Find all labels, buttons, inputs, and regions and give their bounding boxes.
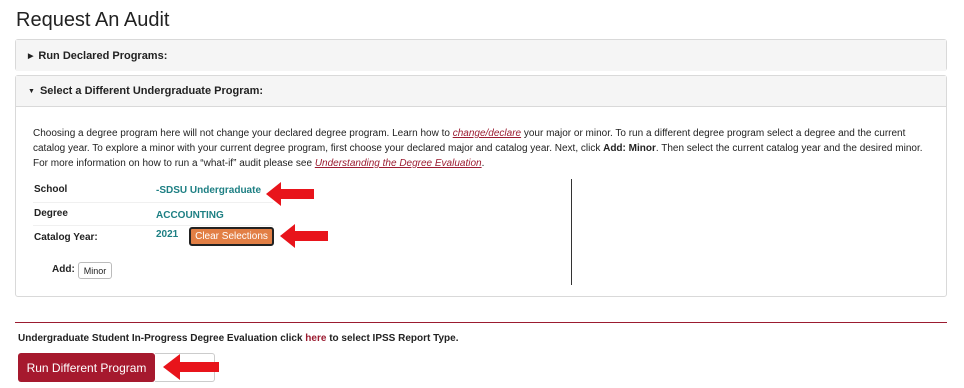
arrow-left-icon bbox=[266, 182, 314, 206]
arrow-left-icon bbox=[163, 354, 219, 380]
add-label: Add: bbox=[52, 264, 75, 275]
add-minor-emphasis: Add: Minor bbox=[603, 143, 656, 154]
ipss-note: Undergraduate Student In-Progress Degree… bbox=[18, 333, 459, 344]
caret-right-icon: ▶ bbox=[28, 52, 34, 60]
field-divider bbox=[33, 202, 273, 203]
ipss-here-link[interactable]: here bbox=[305, 333, 326, 344]
run-declared-header[interactable]: ▶ Run Declared Programs: bbox=[16, 40, 946, 71]
school-value[interactable]: -SDSU Undergraduate bbox=[156, 185, 261, 196]
change-declare-link[interactable]: change/declare bbox=[453, 128, 521, 139]
column-divider bbox=[571, 179, 572, 285]
school-label: School bbox=[34, 184, 68, 195]
degree-label: Degree bbox=[34, 208, 68, 219]
run-different-program-button[interactable]: Run Different Program bbox=[18, 353, 155, 382]
different-program-title: Select a Different Undergraduate Program… bbox=[39, 85, 264, 97]
understanding-degree-evaluation-link[interactable]: Understanding the Degree Evaluation bbox=[315, 158, 482, 169]
clear-selections-button[interactable]: Clear Selections bbox=[189, 227, 274, 246]
ipss-note-text: Undergraduate Student In-Progress Degree… bbox=[18, 333, 306, 344]
run-declared-title: Run Declared Programs: bbox=[38, 49, 168, 62]
intro-text-part: . bbox=[481, 158, 485, 169]
add-minor-button[interactable]: Minor bbox=[78, 262, 112, 279]
catalog-year-label: Catalog Year: bbox=[34, 232, 98, 243]
field-divider bbox=[33, 225, 273, 226]
section-divider bbox=[15, 322, 947, 323]
intro-text-part: Choosing a degree program here will not … bbox=[33, 128, 453, 139]
catalog-year-value[interactable]: 2021 bbox=[156, 229, 178, 240]
degree-value[interactable]: ACCOUNTING bbox=[156, 210, 224, 221]
ipss-note-text: to select IPSS Report Type. bbox=[326, 333, 459, 344]
page-title: Request An Audit bbox=[16, 9, 170, 31]
arrow-left-icon bbox=[280, 224, 328, 248]
intro-text: Choosing a degree program here will not … bbox=[33, 126, 933, 171]
different-program-panel: ▼ Select a Different Undergraduate Progr… bbox=[15, 75, 947, 297]
run-declared-panel: ▶ Run Declared Programs: bbox=[15, 39, 947, 71]
different-program-header[interactable]: ▼ Select a Different Undergraduate Progr… bbox=[16, 76, 946, 107]
caret-down-icon: ▼ bbox=[28, 87, 35, 95]
